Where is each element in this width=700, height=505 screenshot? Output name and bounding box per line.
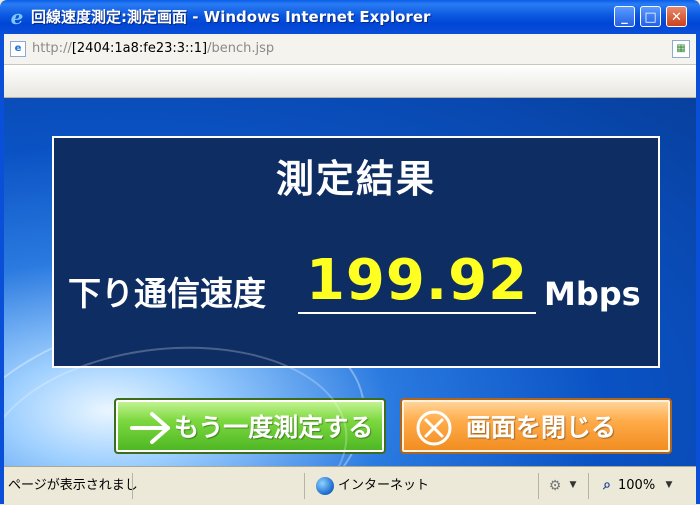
url-path: /bench.jsp xyxy=(207,41,275,56)
url-host: [2404:1a8:fe23:3::1] xyxy=(71,41,208,56)
close-window-button[interactable]: ✕ xyxy=(666,6,687,27)
globe-icon xyxy=(316,477,334,495)
status-bar: ページが表示されまし インターネット ⚙ ▼ ⌕ 100% ▼ xyxy=(4,466,696,505)
retest-button[interactable]: もう一度測定する xyxy=(114,398,386,454)
window-title-bar[interactable]: e 回線速度測定:測定画面 - Windows Internet Explore… xyxy=(0,0,700,34)
page-content: 測定結果 下り通信速度 199.92 Mbps もう一度測定する 画面を閉じる xyxy=(4,98,696,466)
retest-button-label: もう一度測定する xyxy=(174,413,374,442)
address-bar[interactable]: e http://[2404:1a8:fe23:3::1]/bench.jsp … xyxy=(4,34,696,65)
download-speed-value: 199.92 xyxy=(305,248,529,313)
close-circle-icon xyxy=(416,410,452,446)
close-page-button[interactable]: 画面を閉じる xyxy=(400,398,672,454)
speed-value-underline: 199.92 xyxy=(298,248,536,314)
window-title: 回線速度測定:測定画面 - Windows Internet Explorer xyxy=(31,8,431,26)
status-divider xyxy=(132,473,133,499)
status-divider xyxy=(538,473,539,499)
minimize-button[interactable]: _ xyxy=(614,6,635,27)
result-title: 測定結果 xyxy=(275,157,436,201)
chevron-down-icon[interactable]: ▼ xyxy=(568,476,578,494)
protected-mode-icon[interactable]: ⚙ xyxy=(546,477,564,495)
status-divider xyxy=(588,473,589,499)
address-url[interactable]: http://[2404:1a8:fe23:3::1]/bench.jsp xyxy=(32,41,274,57)
status-text: ページが表示されまし xyxy=(8,478,138,493)
chevron-down-icon[interactable]: ▼ xyxy=(664,476,674,494)
close-page-button-label: 画面を閉じる xyxy=(466,413,617,442)
arrow-right-icon xyxy=(130,412,170,444)
zoom-level[interactable]: 100% xyxy=(618,475,655,497)
window-frame-right xyxy=(696,34,700,504)
zoom-icon[interactable]: ⌕ xyxy=(598,476,616,494)
speed-unit: Mbps xyxy=(544,275,641,313)
download-speed-label: 下り通信速度 xyxy=(68,274,266,313)
action-buttons: もう一度測定する 画面を閉じる xyxy=(114,398,686,458)
toolbar-strip xyxy=(4,65,696,98)
page-icon: e xyxy=(10,41,26,57)
internet-explorer-icon: e xyxy=(10,5,24,29)
url-scheme: http:// xyxy=(32,41,72,56)
maximize-button[interactable]: □ xyxy=(640,6,661,27)
security-zone[interactable]: インターネット xyxy=(338,475,429,497)
status-divider xyxy=(304,473,305,499)
result-panel: 測定結果 下り通信速度 199.92 Mbps xyxy=(52,136,660,368)
compatibility-icon[interactable]: ▦ xyxy=(672,40,690,58)
